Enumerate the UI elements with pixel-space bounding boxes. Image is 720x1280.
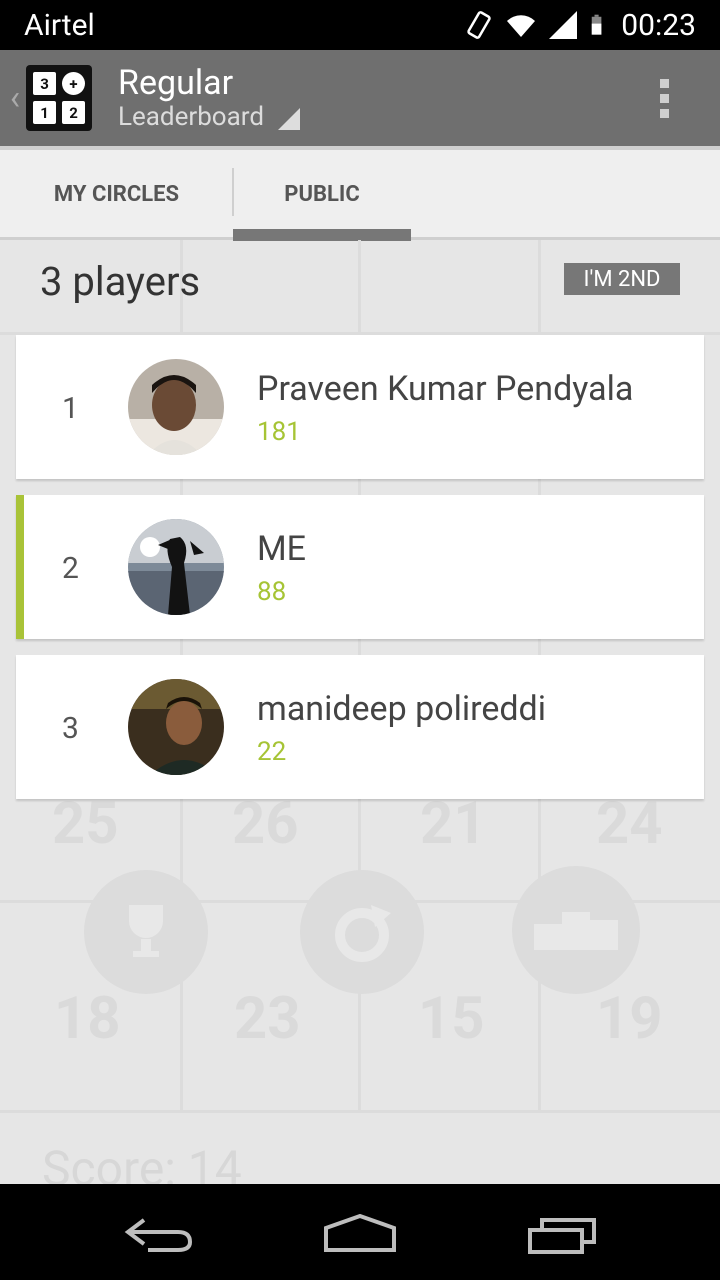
player-name: ME: [257, 529, 307, 569]
dropdown-triangle-icon: [278, 108, 300, 130]
logo-cell: +: [62, 72, 85, 95]
action-bar: ‹ 3 + 1 2 Regular Leaderboard: [0, 50, 720, 146]
recent-apps-icon[interactable]: [526, 1216, 598, 1256]
logo-cell: 1: [33, 101, 56, 124]
tab-public[interactable]: PUBLIC: [233, 150, 411, 238]
wifi-icon: [507, 15, 536, 37]
tile-number: 15: [418, 985, 485, 1053]
player-score: 181: [257, 417, 301, 447]
avatar: [128, 519, 224, 615]
tile-number: 24: [596, 790, 663, 858]
replay-icon: [300, 870, 424, 994]
leaderboard-row[interactable]: 1 Praveen Kumar Pendyala 181: [16, 335, 704, 479]
page-title: Regular: [118, 63, 234, 103]
player-name: Praveen Kumar Pendyala: [257, 369, 634, 409]
overflow-menu-icon[interactable]: [634, 78, 694, 118]
status-bar: Airtel 00:23: [0, 0, 720, 50]
player-score: 22: [257, 737, 287, 767]
tab-bar: MY CIRCLES PUBLIC: [0, 146, 720, 241]
leaderboard-selector[interactable]: Regular Leaderboard: [118, 64, 634, 132]
rank-number: 3: [62, 711, 79, 746]
vibrate-icon: [467, 11, 491, 39]
logo-cell: 2: [62, 101, 85, 124]
system-nav-bar: [0, 1184, 720, 1280]
leaderboard-row-me[interactable]: 2 ME 88: [16, 495, 704, 639]
rank-number: 2: [62, 551, 79, 586]
tile-number: 23: [234, 985, 301, 1053]
leaderboard-row[interactable]: 3 manideep polireddi 22: [16, 655, 704, 799]
battery-icon: [592, 14, 602, 35]
avatar: [128, 359, 224, 455]
podium-icon: [512, 866, 640, 994]
page-subtitle-row: Leaderboard: [118, 102, 634, 132]
carrier-name: Airtel: [24, 7, 95, 43]
back-icon[interactable]: [124, 1216, 194, 1252]
page-subtitle: Leaderboard: [118, 102, 264, 132]
up-caret-icon[interactable]: ‹: [4, 78, 26, 118]
tab-my-circles[interactable]: MY CIRCLES: [0, 150, 233, 238]
tile-number: 19: [596, 985, 663, 1053]
app-logo-icon[interactable]: 3 + 1 2: [26, 65, 92, 131]
home-icon[interactable]: [322, 1214, 398, 1254]
grid-line: [0, 1110, 720, 1113]
tile-number: 21: [420, 790, 487, 858]
signal-icon: [549, 11, 578, 39]
rank-number: 1: [62, 391, 79, 426]
avatar: [128, 679, 224, 775]
status-icons: 00:23: [463, 8, 696, 43]
logo-cell: 3: [33, 72, 56, 95]
tile-number: 26: [232, 790, 299, 858]
player-name: manideep polireddi: [257, 689, 546, 729]
trophy-icon: [84, 870, 208, 994]
my-rank-badge[interactable]: I'M 2ND: [564, 263, 680, 295]
tile-number: 25: [52, 790, 119, 858]
players-count: 3 players: [40, 258, 201, 305]
clock: 00:23: [621, 7, 696, 43]
tile-number: 18: [54, 985, 121, 1053]
player-score: 88: [257, 577, 287, 607]
